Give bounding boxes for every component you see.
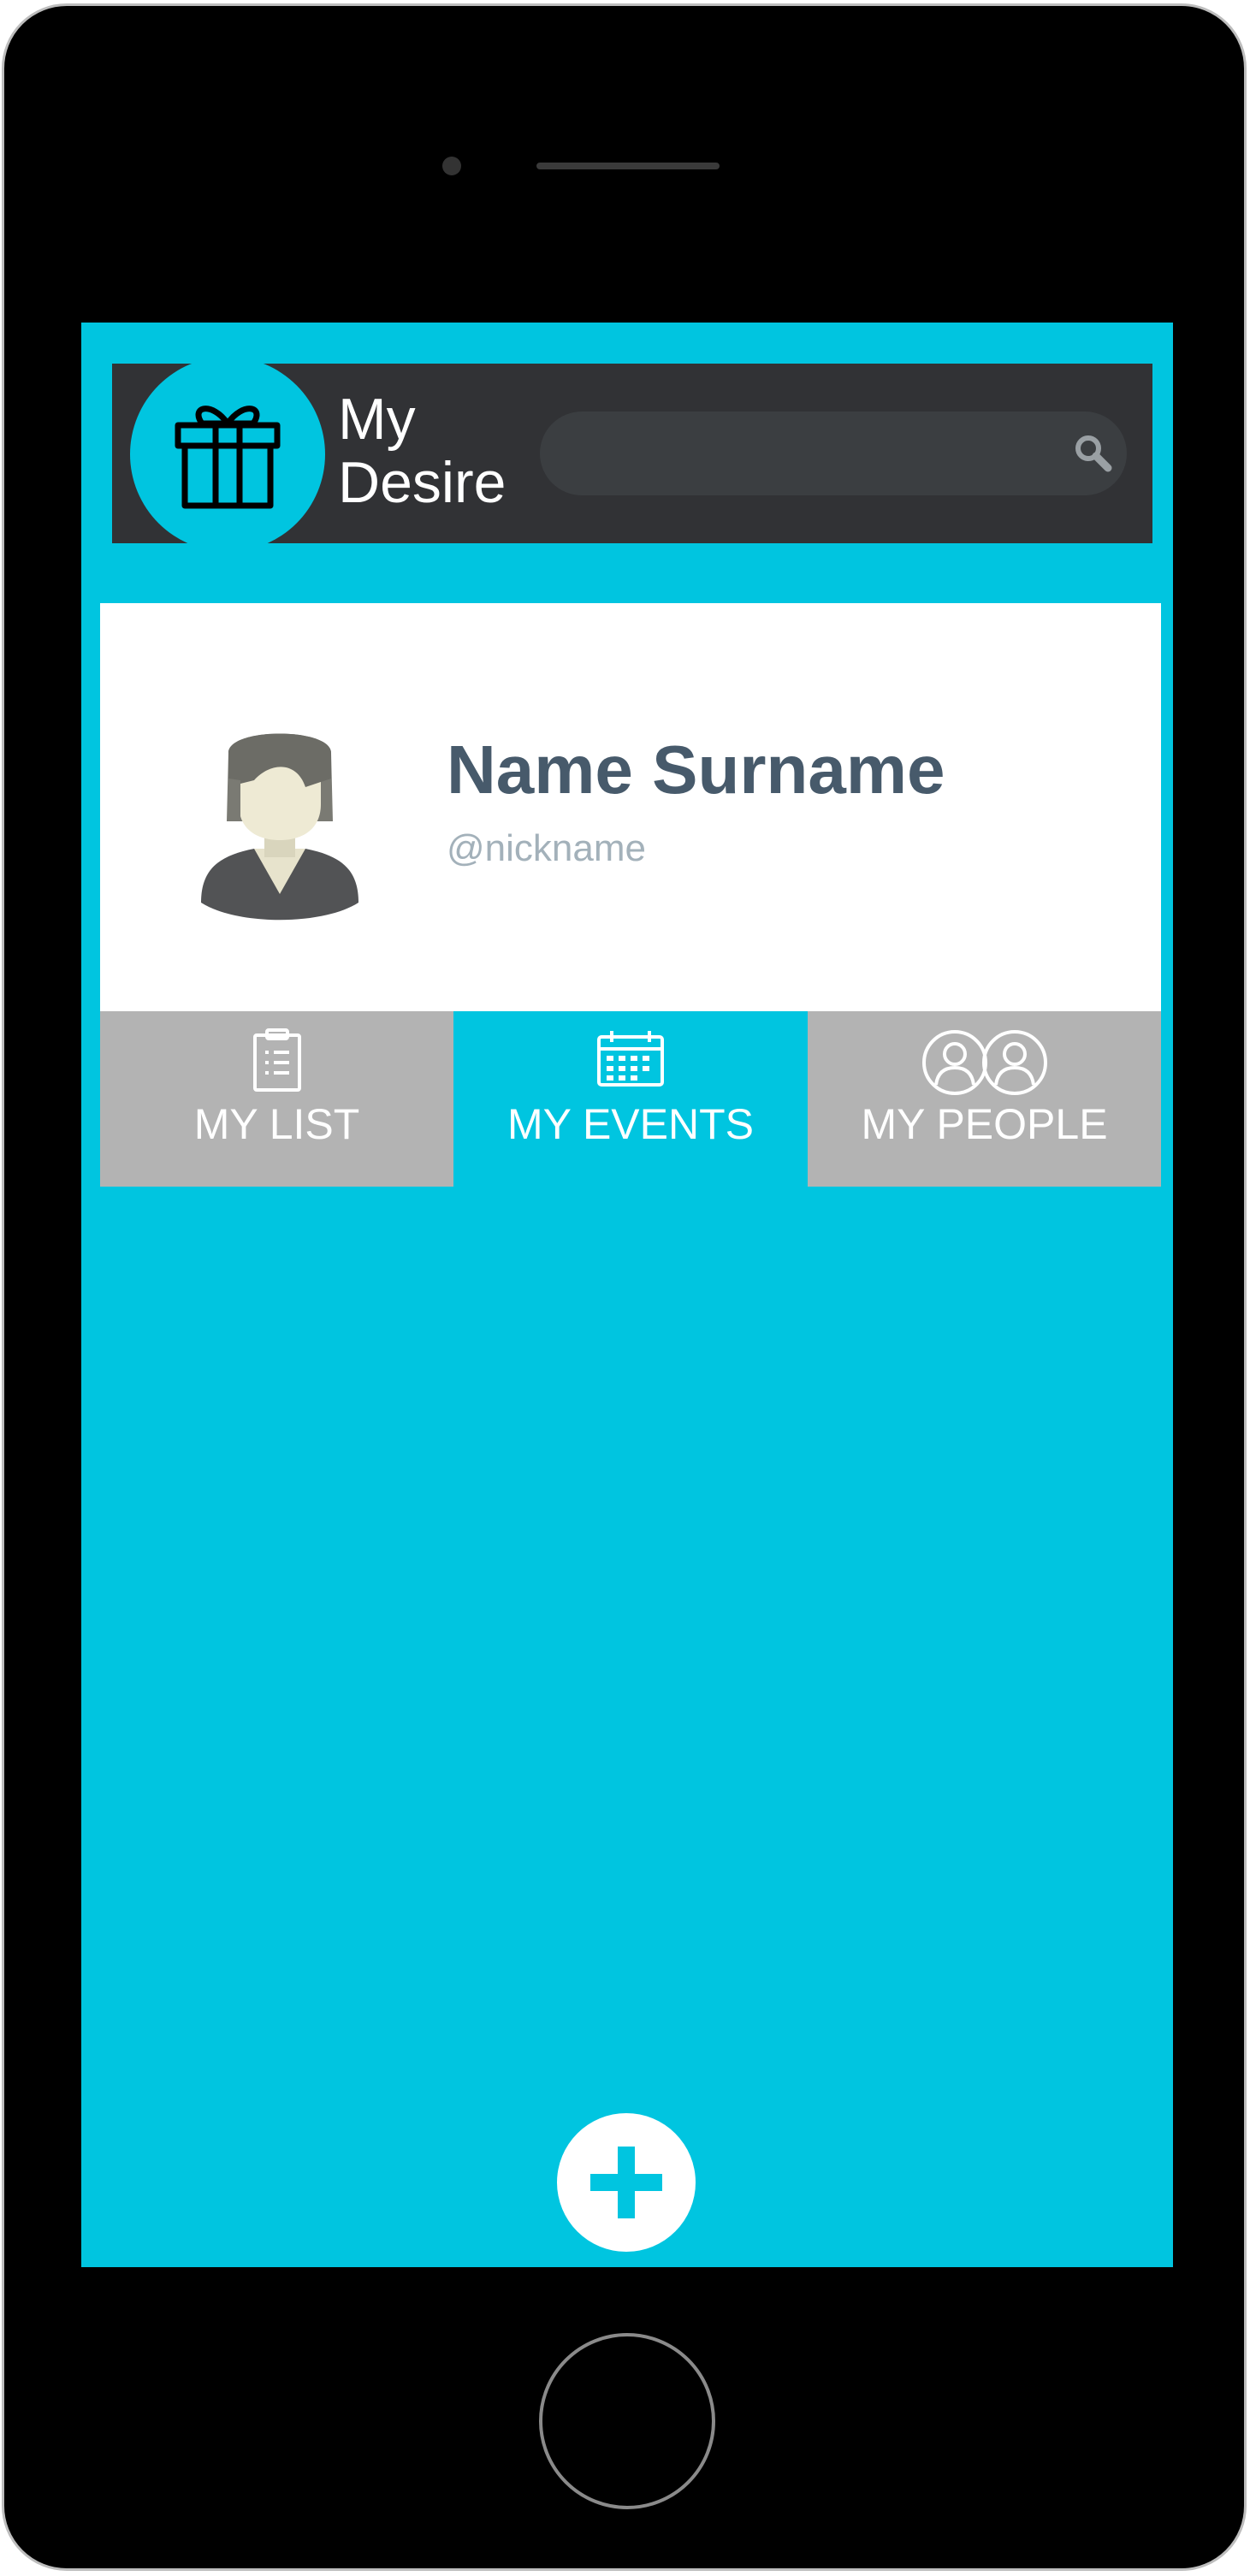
- tab-my-list-label: MY LIST: [193, 1100, 360, 1148]
- app-title-line2: Desire: [338, 450, 507, 515]
- tab-my-events-label: MY EVENTS: [507, 1100, 755, 1148]
- app-header: My Desire: [112, 364, 1152, 543]
- search-icon[interactable]: [1072, 432, 1115, 475]
- plus-icon: [590, 2147, 662, 2218]
- tab-my-people-label: MY PEOPLE: [861, 1100, 1108, 1148]
- avatar[interactable]: [194, 727, 365, 924]
- app-title: My Desire: [338, 388, 507, 514]
- app-logo[interactable]: [130, 364, 325, 543]
- people-icon: [921, 1030, 1047, 1095]
- add-button[interactable]: [557, 2113, 696, 2252]
- search-input[interactable]: [566, 412, 1065, 497]
- tab-my-events[interactable]: MY EVENTS: [453, 1011, 808, 1187]
- earpiece-speaker: [536, 163, 720, 169]
- gift-icon: [175, 406, 281, 509]
- app-screen: My Desire Name Surname @nickname MY LIST…: [81, 323, 1173, 2267]
- profile-nickname: @nickname: [447, 827, 646, 869]
- tab-bar: MY LIST MY EVENTS MY PEOPLE: [100, 1011, 1161, 1187]
- tab-my-list[interactable]: MY LIST: [100, 1011, 453, 1187]
- app-title-line1: My: [338, 387, 416, 452]
- home-button[interactable]: [539, 2333, 715, 2509]
- profile-name: Name Surname: [447, 731, 945, 808]
- profile-card: Name Surname @nickname: [100, 603, 1161, 1011]
- clipboard-list-icon: [252, 1028, 301, 1092]
- search-bar: [540, 412, 1127, 497]
- calendar-icon: [597, 1031, 664, 1087]
- front-camera: [442, 157, 461, 175]
- phone-frame: My Desire Name Surname @nickname MY LIST…: [2, 3, 1247, 2571]
- tab-my-people[interactable]: MY PEOPLE: [808, 1011, 1161, 1187]
